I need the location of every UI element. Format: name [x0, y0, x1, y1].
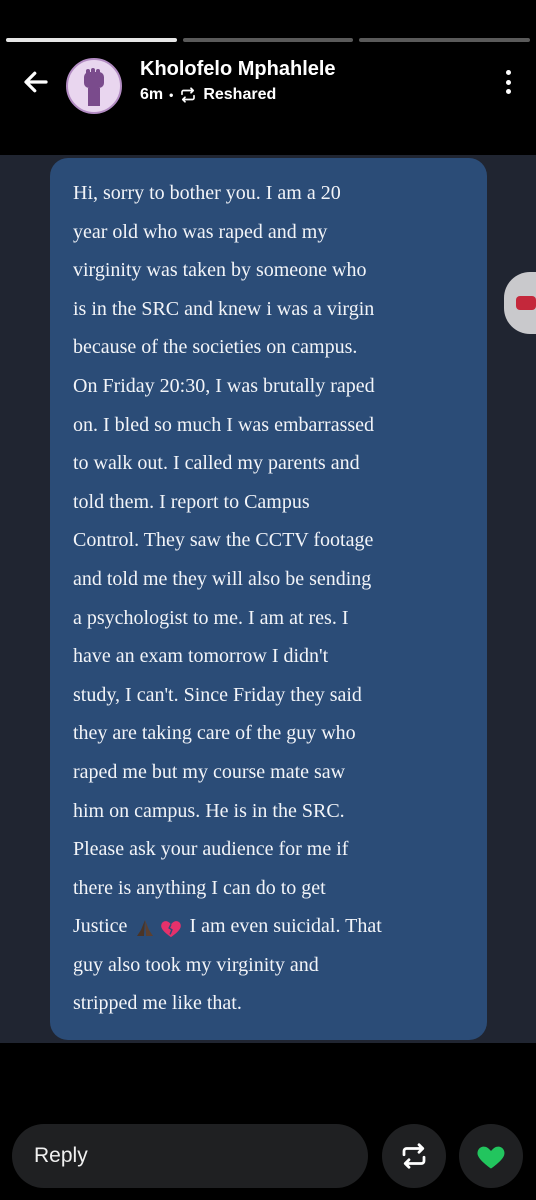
avatar[interactable]: [66, 58, 122, 114]
message-line: told them. I report to Campus: [73, 490, 310, 513]
message-line: to walk out. I called my parents and: [73, 452, 360, 475]
reply-label: Reply: [34, 1144, 88, 1167]
arrow-left-icon: [24, 71, 48, 93]
message-line: raped me but my course mate saw: [73, 760, 346, 783]
message-line: On Friday 20:30, I was brutally raped: [73, 374, 375, 397]
progress-segment: [359, 38, 531, 42]
reply-input[interactable]: Reply: [12, 1124, 368, 1188]
message-bubble: Hi, sorry to bother you. I am a 20 year …: [50, 158, 487, 1040]
praying-hands-icon: [137, 919, 154, 936]
message-line: study, I can't. Since Friday they said: [73, 683, 362, 706]
message-line: I am even suicidal. That: [184, 915, 382, 938]
message-line: Justice: [73, 915, 133, 938]
meta-separator: •: [169, 88, 174, 102]
reshared-label: Reshared: [203, 86, 277, 103]
raised-fist-icon: [84, 68, 104, 106]
broken-heart-icon: [161, 920, 182, 937]
message-text: Hi, sorry to bother you. I am a 20 year …: [73, 174, 467, 1023]
message-line: guy also took my virginity and: [73, 953, 319, 976]
message-line: have an exam tomorrow I didn't: [73, 645, 329, 668]
heart-icon: [477, 1146, 505, 1169]
message-line: on. I bled so much I was embarrassed: [73, 413, 375, 436]
more-options-button[interactable]: [498, 66, 518, 98]
play-icon: [516, 296, 536, 310]
message-line: and told me they will also be sending: [73, 567, 372, 590]
message-line: they are taking care of the guy who: [73, 722, 356, 745]
side-video-tab[interactable]: [504, 272, 536, 334]
message-line: Control. They saw the CCTV footage: [73, 529, 374, 552]
story-content: Hi, sorry to bother you. I am a 20 year …: [0, 155, 536, 1043]
author-name[interactable]: Kholofelo Mphahlele: [140, 58, 336, 81]
message-line: is in the SRC and knew i was a virgin: [73, 297, 375, 320]
progress-segment: [182, 38, 354, 42]
message-line: virginity was taken by someone who: [73, 259, 367, 282]
message-line: stripped me like that.: [73, 992, 242, 1015]
reshare-button[interactable]: [382, 1124, 446, 1188]
reshare-icon: [181, 87, 196, 103]
progress-segment: [6, 38, 177, 42]
message-line: Hi, sorry to bother you. I am a 20: [73, 182, 341, 204]
story-progress: [6, 38, 531, 42]
post-time: 6m: [140, 86, 164, 103]
message-line: him on campus. He is in the SRC.: [73, 799, 345, 822]
message-line: year old who was raped and my: [73, 220, 328, 243]
story-header: Kholofelo Mphahlele 6m • Reshared: [0, 52, 536, 116]
message-line: a psychologist to me. I am at res. I: [73, 606, 349, 629]
message-line: there is anything I can do to get: [73, 876, 326, 899]
back-button[interactable]: [18, 64, 54, 100]
message-line: because of the societies on campus.: [73, 336, 358, 359]
message-line: Please ask your audience for me if: [73, 838, 349, 861]
like-button[interactable]: [459, 1124, 523, 1188]
post-meta: 6m • Reshared: [140, 86, 276, 104]
reshare-icon: [402, 1143, 426, 1169]
